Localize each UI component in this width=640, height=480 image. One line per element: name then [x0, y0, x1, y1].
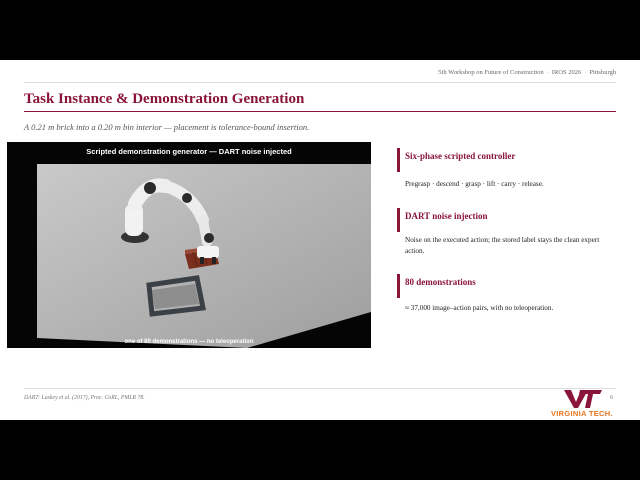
header-meta: 5th Workshop on Future of Construction · I…	[438, 69, 616, 76]
simulation-render	[37, 164, 371, 348]
figure-caption: Scripted demonstration generator — DART …	[86, 147, 292, 156]
citation: DART: Laskey et al. (2017), Proc. CoRL, …	[24, 395, 145, 401]
card-heading: 80 demonstrations	[405, 277, 476, 287]
footer-rule	[24, 388, 616, 389]
header-rule	[24, 82, 616, 83]
header-separator: ·	[584, 69, 587, 76]
card-accent-bar	[397, 274, 400, 298]
slide: 5th Workshop on Future of Construction · I…	[0, 60, 640, 420]
card-heading: Six-phase scripted controller	[405, 151, 516, 161]
card-heading: DART noise injection	[405, 211, 488, 221]
card-body: ≈ 37,000 image–action pairs, with no tel…	[405, 304, 554, 312]
logo-wordmark: VIRGINIA TECH.	[551, 409, 613, 418]
slide-title: Task Instance & Demonstration Generation	[24, 91, 305, 107]
card-accent-bar	[397, 148, 400, 172]
header-workshop: 5th Workshop on Future of Construction	[438, 69, 544, 76]
figure-footer: one of 80 demonstrations — no teleoperat…	[124, 339, 254, 345]
vt-mark-icon	[564, 390, 602, 408]
card-accent-bar	[397, 208, 400, 232]
header-location: Pittsburgh	[589, 69, 616, 76]
header-separator: ·	[546, 69, 549, 76]
card-body: Noise on the executed action; the stored…	[405, 236, 600, 255]
card-body: Pregrasp · descend · grasp · lift · carr…	[405, 180, 544, 188]
virginia-tech-logo: VIRGINIA TECH.	[549, 389, 619, 418]
slide-subtitle: A 0.21 m brick into a 0.20 m bin interio…	[24, 122, 310, 132]
header-conference: IROS 2026	[551, 69, 582, 76]
simulation-figure: Scripted demonstration generator — DART …	[7, 142, 371, 348]
title-rule	[24, 111, 616, 112]
